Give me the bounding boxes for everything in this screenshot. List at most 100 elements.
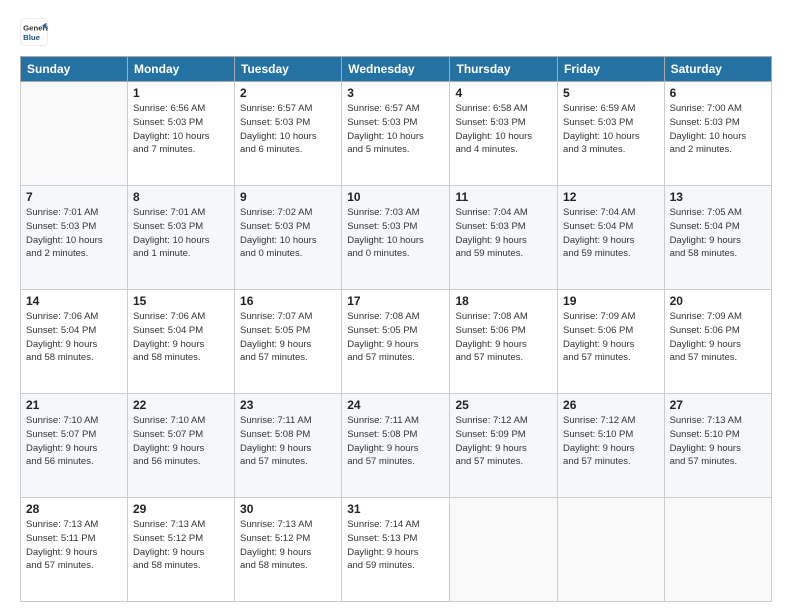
- calendar: SundayMondayTuesdayWednesdayThursdayFrid…: [20, 56, 772, 602]
- day-info: Sunrise: 7:08 AM Sunset: 5:06 PM Dayligh…: [455, 310, 552, 365]
- day-info: Sunrise: 7:00 AM Sunset: 5:03 PM Dayligh…: [670, 102, 766, 157]
- calendar-cell: 27 Sunrise: 7:13 AM Sunset: 5:10 PM Dayli…: [664, 394, 771, 498]
- calendar-cell: 13 Sunrise: 7:05 AM Sunset: 5:04 PM Dayli…: [664, 186, 771, 290]
- day-number: 18: [455, 294, 552, 308]
- col-header-thursday: Thursday: [450, 57, 558, 82]
- day-number: 4: [455, 86, 552, 100]
- day-number: 12: [563, 190, 659, 204]
- calendar-cell: 7 Sunrise: 7:01 AM Sunset: 5:03 PM Daylig…: [21, 186, 128, 290]
- day-number: 5: [563, 86, 659, 100]
- calendar-cell: [664, 498, 771, 602]
- day-info: Sunrise: 7:06 AM Sunset: 5:04 PM Dayligh…: [133, 310, 229, 365]
- day-number: 19: [563, 294, 659, 308]
- day-info: Sunrise: 6:59 AM Sunset: 5:03 PM Dayligh…: [563, 102, 659, 157]
- day-number: 14: [26, 294, 122, 308]
- day-number: 9: [240, 190, 336, 204]
- calendar-cell: 23 Sunrise: 7:11 AM Sunset: 5:08 PM Dayli…: [235, 394, 342, 498]
- day-info: Sunrise: 7:04 AM Sunset: 5:03 PM Dayligh…: [455, 206, 552, 261]
- day-number: 26: [563, 398, 659, 412]
- calendar-cell: 20 Sunrise: 7:09 AM Sunset: 5:06 PM Dayli…: [664, 290, 771, 394]
- calendar-cell: 3 Sunrise: 6:57 AM Sunset: 5:03 PM Daylig…: [342, 82, 450, 186]
- day-info: Sunrise: 7:08 AM Sunset: 5:05 PM Dayligh…: [347, 310, 444, 365]
- calendar-cell: 1 Sunrise: 6:56 AM Sunset: 5:03 PM Daylig…: [127, 82, 234, 186]
- page: General Blue SundayMondayTuesdayWednesda…: [0, 0, 792, 612]
- day-number: 21: [26, 398, 122, 412]
- day-number: 16: [240, 294, 336, 308]
- day-number: 8: [133, 190, 229, 204]
- day-info: Sunrise: 7:14 AM Sunset: 5:13 PM Dayligh…: [347, 518, 444, 573]
- day-info: Sunrise: 7:05 AM Sunset: 5:04 PM Dayligh…: [670, 206, 766, 261]
- day-info: Sunrise: 7:13 AM Sunset: 5:11 PM Dayligh…: [26, 518, 122, 573]
- day-info: Sunrise: 6:56 AM Sunset: 5:03 PM Dayligh…: [133, 102, 229, 157]
- logo-icon: General Blue: [20, 18, 48, 46]
- day-number: 15: [133, 294, 229, 308]
- col-header-sunday: Sunday: [21, 57, 128, 82]
- day-number: 29: [133, 502, 229, 516]
- day-number: 13: [670, 190, 766, 204]
- calendar-cell: 10Sunrise: 7:03 AM Sunset: 5:03 PM Dayli…: [342, 186, 450, 290]
- calendar-cell: 9 Sunrise: 7:02 AM Sunset: 5:03 PM Daylig…: [235, 186, 342, 290]
- calendar-cell: [450, 498, 558, 602]
- day-info: Sunrise: 7:10 AM Sunset: 5:07 PM Dayligh…: [133, 414, 229, 469]
- calendar-cell: 11 Sunrise: 7:04 AM Sunset: 5:03 PM Dayli…: [450, 186, 558, 290]
- logo: General Blue: [20, 18, 48, 46]
- day-info: Sunrise: 7:07 AM Sunset: 5:05 PM Dayligh…: [240, 310, 336, 365]
- day-info: Sunrise: 7:02 AM Sunset: 5:03 PM Dayligh…: [240, 206, 336, 261]
- calendar-cell: 26 Sunrise: 7:12 AM Sunset: 5:10 PM Dayli…: [558, 394, 665, 498]
- day-number: 17: [347, 294, 444, 308]
- calendar-cell: 15 Sunrise: 7:06 AM Sunset: 5:04 PM Dayli…: [127, 290, 234, 394]
- header: General Blue: [20, 18, 772, 46]
- day-number: 23: [240, 398, 336, 412]
- calendar-cell: [21, 82, 128, 186]
- day-info: Sunrise: 7:01 AM Sunset: 5:03 PM Dayligh…: [133, 206, 229, 261]
- calendar-cell: 19 Sunrise: 7:09 AM Sunset: 5:06 PM Dayli…: [558, 290, 665, 394]
- calendar-cell: 29 Sunrise: 7:13 AM Sunset: 5:12 PM Dayli…: [127, 498, 234, 602]
- day-number: 11: [455, 190, 552, 204]
- day-number: 20: [670, 294, 766, 308]
- day-info: Sunrise: 7:09 AM Sunset: 5:06 PM Dayligh…: [563, 310, 659, 365]
- day-number: 27: [670, 398, 766, 412]
- day-info: Sunrise: 7:06 AM Sunset: 5:04 PM Dayligh…: [26, 310, 122, 365]
- day-number: 3: [347, 86, 444, 100]
- col-header-friday: Friday: [558, 57, 665, 82]
- day-number: 31: [347, 502, 444, 516]
- day-info: Sunrise: 7:11 AM Sunset: 5:08 PM Dayligh…: [240, 414, 336, 469]
- calendar-cell: 25 Sunrise: 7:12 AM Sunset: 5:09 PM Dayli…: [450, 394, 558, 498]
- day-number: 1: [133, 86, 229, 100]
- day-info: Sunrise: 7:13 AM Sunset: 5:10 PM Dayligh…: [670, 414, 766, 469]
- col-header-wednesday: Wednesday: [342, 57, 450, 82]
- col-header-tuesday: Tuesday: [235, 57, 342, 82]
- day-info: Sunrise: 6:58 AM Sunset: 5:03 PM Dayligh…: [455, 102, 552, 157]
- day-info: Sunrise: 6:57 AM Sunset: 5:03 PM Dayligh…: [240, 102, 336, 157]
- calendar-cell: 12 Sunrise: 7:04 AM Sunset: 5:04 PM Dayli…: [558, 186, 665, 290]
- day-info: Sunrise: 6:57 AM Sunset: 5:03 PM Dayligh…: [347, 102, 444, 157]
- calendar-cell: 6 Sunrise: 7:00 AM Sunset: 5:03 PM Daylig…: [664, 82, 771, 186]
- day-number: 30: [240, 502, 336, 516]
- day-info: Sunrise: 7:01 AM Sunset: 5:03 PM Dayligh…: [26, 206, 122, 261]
- col-header-saturday: Saturday: [664, 57, 771, 82]
- day-info: Sunrise: 7:04 AM Sunset: 5:04 PM Dayligh…: [563, 206, 659, 261]
- calendar-cell: 8 Sunrise: 7:01 AM Sunset: 5:03 PM Daylig…: [127, 186, 234, 290]
- day-number: 25: [455, 398, 552, 412]
- calendar-cell: 18 Sunrise: 7:08 AM Sunset: 5:06 PM Dayli…: [450, 290, 558, 394]
- calendar-cell: 21Sunrise: 7:10 AM Sunset: 5:07 PM Dayli…: [21, 394, 128, 498]
- calendar-cell: 17 Sunrise: 7:08 AM Sunset: 5:05 PM Dayli…: [342, 290, 450, 394]
- calendar-cell: 14 Sunrise: 7:06 AM Sunset: 5:04 PM Dayli…: [21, 290, 128, 394]
- day-number: 7: [26, 190, 122, 204]
- calendar-cell: 28Sunrise: 7:13 AM Sunset: 5:11 PM Dayli…: [21, 498, 128, 602]
- calendar-header: SundayMondayTuesdayWednesdayThursdayFrid…: [21, 57, 772, 82]
- day-number: 2: [240, 86, 336, 100]
- calendar-cell: 5 Sunrise: 6:59 AM Sunset: 5:03 PM Daylig…: [558, 82, 665, 186]
- calendar-cell: 4 Sunrise: 6:58 AM Sunset: 5:03 PM Daylig…: [450, 82, 558, 186]
- day-number: 6: [670, 86, 766, 100]
- day-info: Sunrise: 7:12 AM Sunset: 5:10 PM Dayligh…: [563, 414, 659, 469]
- calendar-cell: 2 Sunrise: 6:57 AM Sunset: 5:03 PM Daylig…: [235, 82, 342, 186]
- day-info: Sunrise: 7:03 AM Sunset: 5:03 PM Dayligh…: [347, 206, 444, 261]
- day-info: Sunrise: 7:12 AM Sunset: 5:09 PM Dayligh…: [455, 414, 552, 469]
- day-number: 22: [133, 398, 229, 412]
- day-info: Sunrise: 7:13 AM Sunset: 5:12 PM Dayligh…: [133, 518, 229, 573]
- day-info: Sunrise: 7:09 AM Sunset: 5:06 PM Dayligh…: [670, 310, 766, 365]
- calendar-cell: 31 Sunrise: 7:14 AM Sunset: 5:13 PM Dayli…: [342, 498, 450, 602]
- calendar-cell: [558, 498, 665, 602]
- day-number: 24: [347, 398, 444, 412]
